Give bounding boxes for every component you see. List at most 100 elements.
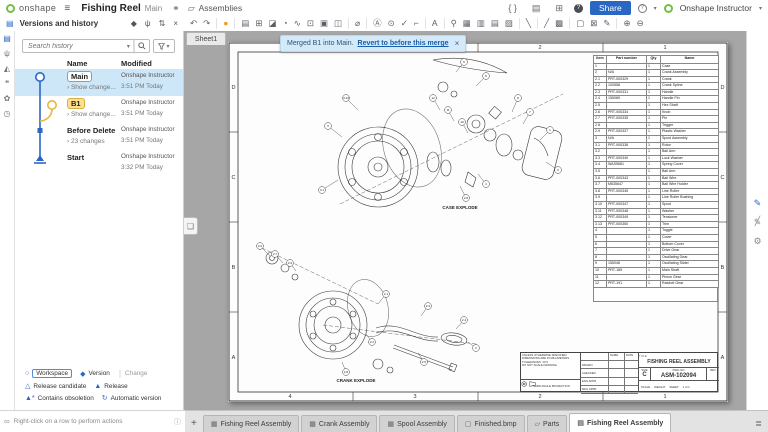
panel-icon[interactable]: ▤ (4, 19, 16, 28)
balloon[interactable]: 3.1 (319, 180, 338, 193)
search-input[interactable] (26, 42, 127, 51)
hole-table-icon[interactable]: ▤ (488, 19, 502, 28)
properties-icon[interactable]: ⚙ (753, 237, 761, 246)
show-changes-link[interactable]: › Show change... (67, 111, 116, 118)
show-changes-link[interactable]: › 23 changes (67, 138, 105, 145)
document-tab[interactable]: ▦Fishing Reel Assembly (203, 415, 299, 432)
auto-balloon-icon[interactable]: ⊙ (385, 19, 398, 28)
balloon[interactable]: 7 (523, 109, 533, 124)
crop-view-icon[interactable]: ⊡ (304, 19, 317, 28)
rail-history-icon[interactable]: ◷ (4, 110, 11, 118)
dimension-icon[interactable]: ⌀ (352, 19, 363, 28)
share-button[interactable]: Share (590, 1, 631, 15)
document-tab[interactable]: ▤Fishing Reel Assembly (569, 413, 671, 432)
tab-overflow-icon[interactable]: ≣ (755, 419, 768, 432)
rail-appearance-icon[interactable]: ✿ (4, 95, 11, 103)
balloon[interactable]: 2.1 (378, 291, 389, 304)
case-explode-view[interactable] (338, 58, 564, 207)
general-table-icon[interactable]: ▦ (460, 19, 474, 28)
document-tab[interactable]: ▦Spool Assembly (379, 415, 454, 432)
zoom-out-icon[interactable]: ⊖ (634, 19, 647, 28)
panel-collapse-button[interactable]: ❏ (184, 217, 198, 235)
featurescript-icon[interactable]: { } (508, 4, 517, 13)
create-branch-icon[interactable]: ψ (143, 19, 153, 28)
broken-view-icon[interactable]: ∿ (291, 19, 304, 28)
balloon[interactable]: 5 (456, 59, 467, 72)
balloon[interactable]: 4 (478, 174, 489, 187)
create-version-icon[interactable]: ◆ (129, 19, 139, 28)
hatch-icon[interactable]: ▩ (552, 19, 566, 28)
add-tab-button[interactable]: + (187, 418, 203, 432)
drawing-sheet[interactable]: 44332211DDCCBBAA (228, 42, 728, 402)
document-tab[interactable]: ▱Parts (527, 415, 568, 432)
detail-view-icon[interactable]: ◔ (280, 19, 291, 28)
help-icon[interactable]: ? (638, 4, 647, 13)
title-block[interactable]: UNLESS OTHERWISE SPECIFIED:DIMENSIONS AR… (520, 352, 718, 392)
find-icon[interactable]: ⚲ (448, 19, 460, 28)
sheet-tab[interactable]: Sheet1 (186, 32, 226, 45)
balloon[interactable]: 8 (512, 95, 521, 112)
ordinate-icon[interactable]: ⌐ (411, 19, 422, 28)
balloon[interactable]: 10 (459, 119, 468, 133)
user-menu[interactable]: Onshape Instructor (680, 3, 752, 13)
apps-icon[interactable]: ⊞ (555, 4, 563, 13)
bom-table-icon[interactable]: ▥ (474, 19, 488, 28)
user-caret-icon[interactable]: ▾ (759, 5, 762, 12)
document-tab[interactable]: ▦Crank Assembly (301, 415, 377, 432)
search-box[interactable]: ▾ | (22, 39, 150, 53)
balloon[interactable]: 11 (445, 107, 454, 121)
notes-icon[interactable]: ▤ (532, 4, 541, 13)
info-icon[interactable]: ⓘ (174, 417, 181, 427)
filter-button[interactable]: ▾ (153, 39, 175, 53)
bom-table[interactable]: ItemPart numberQtyName 11Case2N/A1Crank … (593, 55, 718, 302)
check-icon[interactable]: ✓ (398, 19, 411, 28)
crank-explode-view[interactable] (262, 248, 476, 373)
link-icon[interactable]: ⚭ (172, 4, 180, 13)
hide-panel-icon[interactable]: ∞ (4, 417, 10, 426)
search-caret-icon[interactable]: ▾ (127, 43, 130, 50)
drawing-canvas[interactable]: Sheet1 Merged B1 into Main. Revert to be… (184, 31, 746, 410)
balloon[interactable]: 2.8 (342, 362, 349, 375)
rail-release-icon[interactable]: ◭ (4, 65, 10, 73)
balloon[interactable]: 2.9 (287, 260, 296, 271)
redo-icon[interactable]: ↷ (200, 19, 213, 28)
projected-view-icon[interactable]: ⊞ (252, 19, 265, 28)
balloon[interactable]: 2 (468, 342, 479, 351)
balloon[interactable]: 1 (540, 127, 553, 140)
revert-merge-link[interactable]: Revert to before this merge (358, 40, 449, 47)
edit-drawing-icon[interactable]: ✎ (754, 199, 762, 208)
balloon[interactable]: 2.6 (257, 243, 270, 256)
insert-view-icon[interactable]: ▤ (238, 19, 252, 28)
compare-icon[interactable]: ⇅ (157, 19, 168, 28)
balloon[interactable]: 2.2 (366, 334, 375, 345)
update-views-icon[interactable]: ● (220, 19, 231, 28)
insert-image-icon[interactable]: ⊠ (587, 19, 600, 28)
readonly-icon[interactable]: ✎ (754, 218, 762, 227)
show-hidden-edges-icon[interactable]: ◫ (331, 19, 345, 28)
revision-table-icon[interactable]: ▨ (502, 19, 516, 28)
location-breadcrumb[interactable]: Assemblies (199, 3, 242, 13)
balloon[interactable]: 2.5 (418, 353, 427, 365)
balloon-icon[interactable]: Ⓐ (370, 19, 385, 28)
move-boundary-icon[interactable]: ▣ (317, 19, 331, 28)
balloon[interactable]: 3.13 (343, 95, 358, 110)
add-sheet-icon[interactable]: ▢ (573, 19, 587, 28)
note-icon[interactable]: A (429, 19, 441, 28)
balloon[interactable]: 3 (325, 123, 342, 137)
balloon[interactable]: 2.4 (456, 317, 467, 329)
notification-close-icon[interactable]: × (455, 39, 460, 48)
balloon[interactable]: 2.8 (460, 186, 469, 201)
show-changes-link[interactable]: › Show change... (67, 84, 116, 91)
branch-name[interactable]: Main (145, 4, 162, 13)
balloon[interactable]: 2.3 (421, 303, 431, 316)
close-panel-icon[interactable]: × (171, 19, 180, 28)
rail-panel-icon[interactable]: ▤ (3, 35, 11, 43)
balloon[interactable]: 9 (476, 73, 489, 86)
balloon[interactable]: 12 (430, 95, 440, 110)
sketch-icon[interactable]: ✎ (600, 19, 613, 28)
centerline-icon[interactable]: ╱ (541, 19, 552, 28)
rail-comment-icon[interactable]: ❝ (5, 80, 9, 88)
document-menu-icon[interactable]: ≡ (64, 3, 74, 14)
document-tab[interactable]: ▢Finished.bmp (457, 415, 525, 432)
rail-versions-icon[interactable]: ψ (4, 50, 10, 58)
